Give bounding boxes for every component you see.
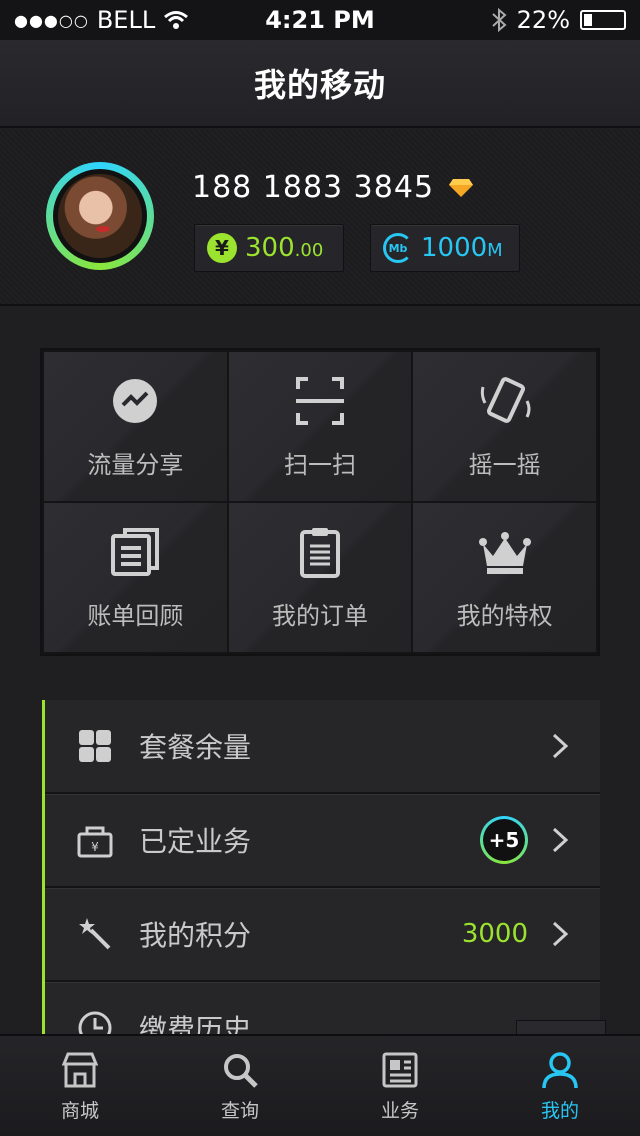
briefcase-yen-icon: ¥ <box>77 826 113 858</box>
grid-item-label: 我的订单 <box>271 602 368 630</box>
grid-item-traffic-share[interactable]: 流量分享 <box>44 352 227 501</box>
profile-card: 188 1883 3845 ¥ 300.00 Mb 1000M <box>0 130 640 306</box>
nav-header: 我的移动 <box>0 40 640 128</box>
balance-pill[interactable]: ¥ 300.00 <box>194 224 344 272</box>
svg-text:¥: ¥ <box>91 840 99 854</box>
chevron-right-icon <box>552 827 569 853</box>
store-icon <box>61 1052 99 1087</box>
status-time: 4:21 PM <box>265 6 375 34</box>
list-item-label: 套餐余量 <box>139 731 252 764</box>
tab-mine[interactable]: 我的 <box>480 1036 640 1136</box>
grid-item-shake[interactable]: 摇一摇 <box>413 352 596 501</box>
floating-handle <box>516 1020 606 1034</box>
list-item-label: 已定业务 <box>139 825 252 858</box>
function-grid: 流量分享 扫一扫 摇一摇 账单回顾 我的订单 我的特权 <box>40 348 600 656</box>
data-mb-icon: Mb <box>383 233 413 263</box>
phone-number: 188 1883 3845 <box>192 170 435 205</box>
grid-item-my-orders[interactable]: 我的订单 <box>228 503 412 652</box>
diamond-icon <box>449 178 474 197</box>
crown-icon <box>478 532 531 574</box>
grid-item-label: 我的特权 <box>456 602 553 630</box>
menu-list: 套餐余量 ¥ 已定业务 +5 我的积分 3000 缴费历史 <box>42 700 600 1040</box>
grid-item-label: 摇一摇 <box>468 451 541 479</box>
tab-store[interactable]: 商城 <box>0 1036 160 1136</box>
grid-item-label: 扫一扫 <box>283 451 356 479</box>
data-value: 1000M <box>421 233 503 263</box>
avatar[interactable] <box>46 162 154 270</box>
yen-icon: ¥ <box>207 233 237 263</box>
magic-wand-icon <box>79 918 111 950</box>
news-icon <box>382 1052 418 1087</box>
bluetooth-icon <box>491 8 507 32</box>
tab-bar: 商城 查询 业务 我的 <box>0 1034 640 1136</box>
grid-item-bill-review[interactable]: 账单回顾 <box>44 503 227 652</box>
status-bar: ●●●○○ BELL 4:21 PM 22% <box>0 0 640 40</box>
list-item-label: 我的积分 <box>139 919 252 952</box>
chevron-right-icon <box>552 733 569 759</box>
grid-item-scan[interactable]: 扫一扫 <box>228 352 412 501</box>
user-icon <box>542 1051 578 1088</box>
battery-percent: 22% <box>516 6 570 34</box>
list-item-points[interactable]: 我的积分 3000 <box>45 888 600 982</box>
battery-icon <box>580 10 626 30</box>
page-title: 我的移动 <box>253 66 386 104</box>
tab-query[interactable]: 查询 <box>160 1036 320 1136</box>
grid-icon <box>79 730 111 762</box>
balance-value: 300.00 <box>245 233 324 263</box>
chevron-right-icon <box>552 921 569 947</box>
list-item-subscribed-services[interactable]: ¥ 已定业务 +5 <box>45 794 600 888</box>
tab-label: 业务 <box>380 1099 419 1122</box>
grid-item-privilege[interactable]: 我的特权 <box>413 503 596 652</box>
points-value: 3000 <box>461 919 528 949</box>
share-check-icon <box>113 379 158 423</box>
tab-label: 查询 <box>220 1099 259 1122</box>
scan-icon <box>295 377 344 425</box>
grid-item-label: 流量分享 <box>87 451 184 479</box>
count-badge: +5 <box>480 816 528 864</box>
bill-icon <box>111 528 160 576</box>
shake-phone-icon <box>480 377 531 423</box>
search-icon <box>224 1053 258 1088</box>
phone-number-row: 188 1883 3845 <box>192 170 474 205</box>
clipboard-icon <box>299 528 340 578</box>
grid-item-label: 账单回顾 <box>87 602 184 630</box>
tab-label: 我的 <box>540 1099 579 1122</box>
data-pill[interactable]: Mb 1000M <box>370 224 520 272</box>
carrier-name: BELL <box>96 6 156 34</box>
list-item-plan-balance[interactable]: 套餐余量 <box>45 700 600 794</box>
signal-strength: ●●●○○ <box>14 10 89 30</box>
tab-services[interactable]: 业务 <box>320 1036 480 1136</box>
wifi-icon <box>164 11 189 29</box>
tab-label: 商城 <box>60 1099 99 1122</box>
